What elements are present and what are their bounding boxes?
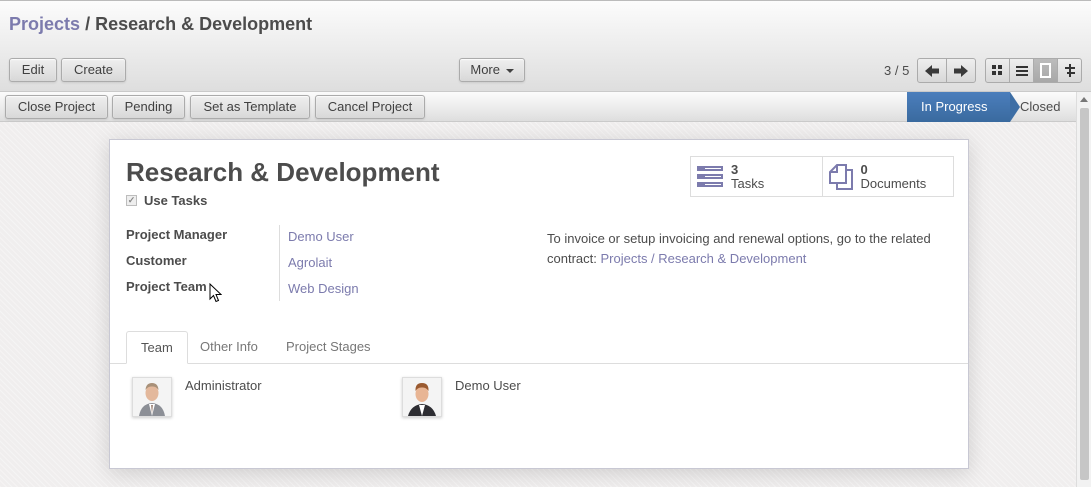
caret-down-icon (505, 68, 514, 73)
pending-button[interactable]: Pending (112, 95, 185, 119)
control-panel: Projects / Research & Development Edit C… (0, 0, 1091, 92)
stage-in-progress[interactable]: In Progress (907, 92, 1020, 122)
team-member[interactable]: Demo User (402, 377, 521, 417)
project-title: Research & Development (126, 157, 440, 187)
pager-next-button[interactable] (946, 58, 976, 83)
invoice-info: To invoice or setup invoicing and renewa… (547, 229, 957, 269)
use-tasks-field: ✓ Use Tasks (126, 193, 207, 208)
use-tasks-label: Use Tasks (144, 193, 208, 208)
breadcrumb-projects-link[interactable]: Projects (9, 14, 80, 34)
demo-user-avatar-image (403, 378, 441, 416)
avatar (402, 377, 442, 417)
documents-icon (828, 163, 853, 190)
scroll-up-arrow-icon[interactable] (1080, 97, 1088, 102)
project-manager-label: Project Manager (126, 227, 228, 242)
stat-buttons: 3 Tasks 0 Documents (690, 156, 954, 197)
contract-link[interactable]: Projects / Research & Development (600, 251, 806, 266)
edit-button[interactable]: Edit (9, 58, 57, 82)
create-button[interactable]: Create (61, 58, 126, 82)
tasks-count: 3 (731, 161, 739, 177)
tab-other-info[interactable]: Other Info (186, 331, 272, 364)
tab-team[interactable]: Team (126, 331, 188, 364)
statusbar: Close Project Pending Set as Template Ca… (0, 92, 1076, 122)
documents-stat-button[interactable]: 0 Documents (823, 157, 954, 196)
member-name: Administrator (185, 378, 262, 393)
tasks-stat-button[interactable]: 3 Tasks (691, 157, 823, 196)
form-icon (1040, 63, 1051, 78)
customer-label: Customer (126, 253, 187, 268)
pager-value: 3 / 5 (884, 63, 910, 78)
set-as-template-button[interactable]: Set as Template (190, 95, 310, 119)
pager-previous-button[interactable] (917, 58, 947, 83)
cancel-project-button[interactable]: Cancel Project (315, 95, 425, 119)
member-name: Demo User (455, 378, 521, 393)
documents-label: Documents (860, 175, 927, 191)
list-view-button[interactable] (1009, 58, 1034, 83)
team-member[interactable]: Administrator (132, 377, 262, 417)
project-team-label: Project Team (126, 279, 207, 294)
arrow-right-icon (954, 64, 968, 77)
project-manager-link[interactable]: Demo User (288, 229, 354, 244)
notebook-tabs: Team Other Info Project Stages (110, 331, 968, 364)
field-separator (279, 225, 280, 301)
tab-project-stages[interactable]: Project Stages (272, 331, 385, 364)
more-dropdown-button[interactable]: More (459, 58, 525, 82)
tasks-label: Tasks (731, 175, 765, 191)
gantt-icon (1064, 64, 1075, 77)
kanban-icon (992, 65, 1002, 75)
breadcrumb-separator: / (85, 14, 91, 34)
breadcrumb: Projects / Research & Development (9, 14, 312, 35)
mouse-cursor-icon (209, 283, 222, 303)
more-label: More (470, 62, 500, 77)
scrollbar-thumb[interactable] (1080, 108, 1089, 480)
vertical-scrollbar[interactable] (1076, 92, 1091, 487)
tasks-icon (697, 165, 723, 187)
close-project-button[interactable]: Close Project (5, 95, 108, 119)
documents-count: 0 (860, 161, 868, 177)
list-icon (1015, 65, 1028, 76)
project-team-link[interactable]: Web Design (288, 281, 359, 296)
use-tasks-checkbox[interactable]: ✓ (126, 195, 137, 206)
stage-closed[interactable]: Closed (1020, 92, 1060, 122)
breadcrumb-current: Research & Development (95, 14, 313, 34)
form-sheet: Research & Development ✓ Use Tasks 3 Tas… (109, 139, 969, 469)
kanban-view-button[interactable] (985, 58, 1010, 83)
avatar (132, 377, 172, 417)
arrow-left-icon (925, 64, 939, 77)
form-view-button[interactable] (1033, 58, 1058, 83)
customer-link[interactable]: Agrolait (288, 255, 332, 270)
gantt-view-button[interactable] (1057, 58, 1082, 83)
administrator-avatar-image (133, 378, 171, 416)
